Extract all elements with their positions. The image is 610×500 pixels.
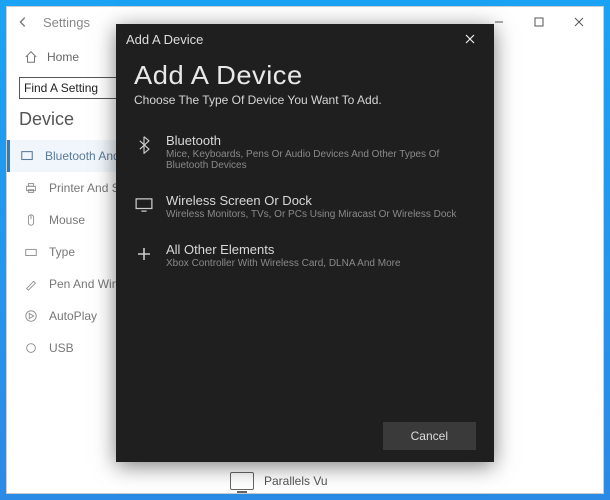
dialog-subheading: Choose The Type Of Device You Want To Ad… xyxy=(134,93,476,107)
option-wireless-display[interactable]: Wireless Screen Or Dock Wireless Monitor… xyxy=(134,185,476,234)
keyboard-icon xyxy=(23,244,39,260)
dialog-titlebar: Add A Device xyxy=(116,24,494,54)
cancel-button[interactable]: Cancel xyxy=(383,422,476,450)
option-desc: Wireless Monitors, TVs, Or PCs Using Mir… xyxy=(166,209,456,220)
usb-icon xyxy=(23,340,39,356)
display-icon xyxy=(134,195,154,215)
nav-label: Type xyxy=(49,245,75,259)
option-bluetooth[interactable]: Bluetooth Mice, Keyboards, Pens Or Audio… xyxy=(134,125,476,185)
device-label: Parallels Vu xyxy=(264,474,328,488)
add-device-dialog: Add A Device Add A Device Choose The Typ… xyxy=(116,24,494,462)
dialog-close-button[interactable] xyxy=(456,25,484,53)
bluetooth-rect-icon xyxy=(19,148,35,164)
option-title: Bluetooth xyxy=(166,133,476,148)
option-desc: Xbox Controller With Wireless Card, DLNA… xyxy=(166,258,401,269)
nav-label: Mouse xyxy=(49,213,85,227)
maximize-button[interactable] xyxy=(519,8,559,36)
bluetooth-icon xyxy=(134,135,154,155)
monitor-icon xyxy=(230,472,254,490)
close-button[interactable] xyxy=(559,8,599,36)
nav-label: AutoPlay xyxy=(49,309,97,323)
settings-title: Settings xyxy=(43,15,90,30)
mouse-icon xyxy=(23,212,39,228)
back-button[interactable] xyxy=(11,10,35,34)
option-everything-else[interactable]: All Other Elements Xbox Controller With … xyxy=(134,234,476,283)
pen-icon xyxy=(23,276,39,292)
home-icon xyxy=(23,49,39,65)
printer-icon xyxy=(23,180,39,196)
dialog-window-title: Add A Device xyxy=(126,32,203,47)
option-title: Wireless Screen Or Dock xyxy=(166,193,456,208)
nav-label: USB xyxy=(49,341,74,355)
plus-icon xyxy=(134,244,154,264)
option-desc: Mice, Keyboards, Pens Or Audio Devices A… xyxy=(166,149,476,171)
autoplay-icon xyxy=(23,308,39,324)
device-row[interactable]: Parallels Vu xyxy=(230,472,328,490)
desktop: Settings Home Find A Setting xyxy=(0,0,610,500)
option-title: All Other Elements xyxy=(166,242,401,257)
home-label: Home xyxy=(47,50,79,64)
dialog-heading: Add A Device xyxy=(134,60,493,91)
